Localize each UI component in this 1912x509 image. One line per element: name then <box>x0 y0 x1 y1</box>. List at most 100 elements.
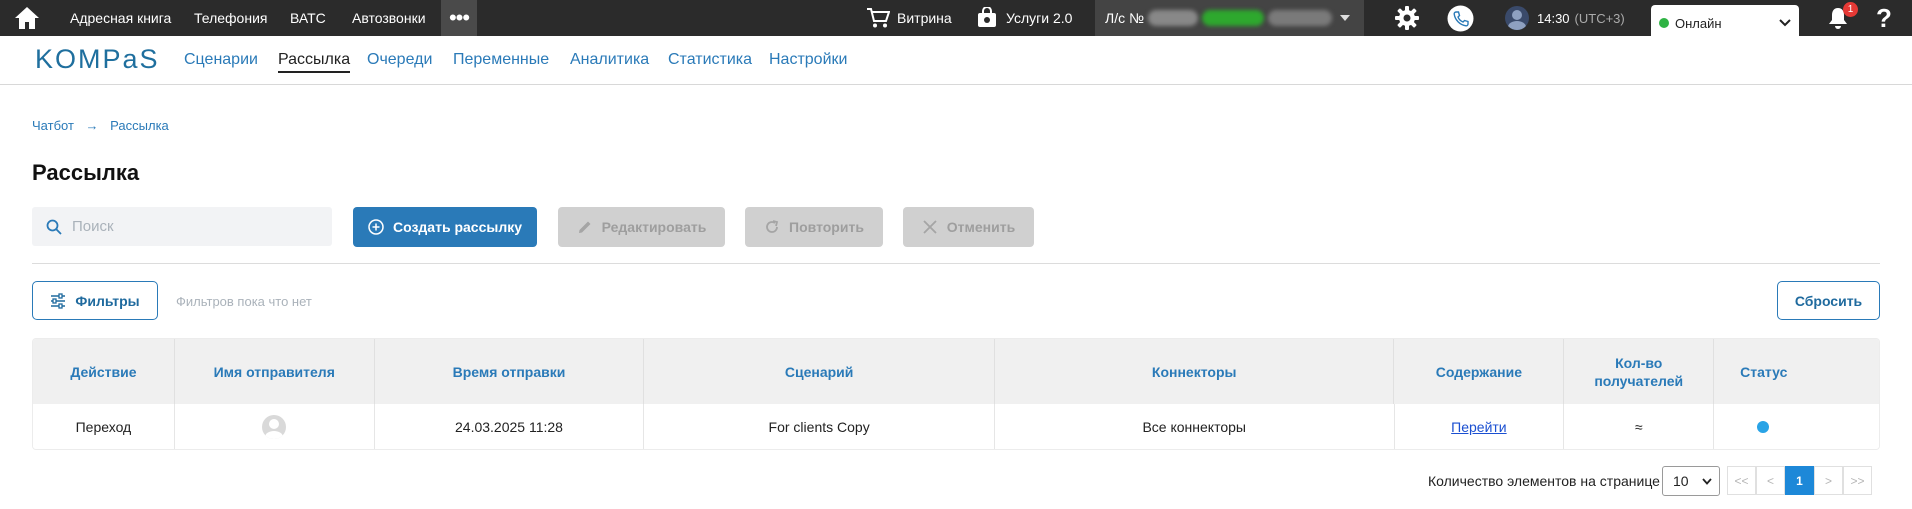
account-label: Л/с № <box>1105 10 1144 26</box>
pagination: << < 1 > >> <box>1727 466 1872 495</box>
table-row[interactable]: Переход 24.03.2025 11:28 For clients Cop… <box>33 404 1879 449</box>
plus-circle-icon <box>368 219 384 235</box>
filters-empty-hint: Фильтров пока что нет <box>176 294 312 309</box>
create-mailing-button[interactable]: Создать рассылку <box>353 207 537 247</box>
column-header-recipients[interactable]: Кол-во получателей <box>1564 339 1715 404</box>
tab-queues[interactable]: Очереди <box>367 51 432 69</box>
pencil-icon <box>578 221 591 233</box>
cart-icon <box>867 8 890 28</box>
sliders-icon <box>51 292 66 309</box>
divider <box>32 263 1880 264</box>
kompas-logo[interactable]: KOMPaS <box>35 44 160 75</box>
timezone: (UTC+3) <box>1574 10 1625 26</box>
notifications-badge: 1 <box>1843 2 1858 17</box>
nav-address-book[interactable]: Адресная книга <box>70 0 171 36</box>
phone-icon <box>1447 5 1474 31</box>
last-page-button[interactable]: >> <box>1843 466 1872 495</box>
cancel-button[interactable]: Отменить <box>903 207 1034 247</box>
current-time: 14:30 <box>1537 10 1570 26</box>
help-button[interactable]: ? <box>1876 0 1892 36</box>
cell-scenario: For clients Copy <box>644 404 995 449</box>
tab-analytics[interactable]: Аналитика <box>570 51 649 69</box>
shopping-bag-icon <box>978 7 996 27</box>
cell-status <box>1714 404 1879 449</box>
tab-settings[interactable]: Настройки <box>769 51 847 69</box>
home-button[interactable] <box>0 0 53 36</box>
search-input[interactable] <box>72 218 312 235</box>
first-page-button[interactable]: << <box>1727 466 1756 495</box>
caret-down-icon <box>1340 15 1350 21</box>
cancel-label: Отменить <box>946 219 1016 235</box>
services-label: Услуги 2.0 <box>1006 10 1073 26</box>
page-title: Рассылка <box>32 160 140 185</box>
gear-icon <box>1395 6 1419 30</box>
account-selector[interactable]: Л/с № <box>1095 0 1364 36</box>
top-bar: Адресная книга Телефония ВАТС Автозвонки… <box>0 0 1912 41</box>
edit-button[interactable]: Редактировать <box>558 207 725 247</box>
breadcrumb-chatbot[interactable]: Чатбот <box>32 118 74 133</box>
column-header-sender[interactable]: Имя отправителя <box>175 339 375 404</box>
column-header-scenario[interactable]: Сценарий <box>644 339 995 404</box>
per-page-label: Количество элементов на странице <box>1428 473 1660 489</box>
tab-scenarios[interactable]: Сценарии <box>184 51 258 69</box>
account-number-masked <box>1148 10 1198 26</box>
tab-variables[interactable]: Переменные <box>453 51 549 69</box>
close-icon <box>923 220 937 234</box>
nav-vats[interactable]: ВАТС <box>290 0 326 36</box>
column-header-status[interactable]: Статус <box>1714 339 1879 404</box>
cell-action: Переход <box>33 404 175 449</box>
section-nav: KOMPaS Сценарии Рассылка Очереди Перемен… <box>0 36 1912 85</box>
settings-button[interactable] <box>1394 0 1420 36</box>
search-box <box>32 207 332 246</box>
cell-content: Перейти <box>1395 404 1565 449</box>
more-menu-button[interactable]: ••• <box>441 0 477 36</box>
showcase-label: Витрина <box>897 10 952 26</box>
prev-page-button[interactable]: < <box>1756 466 1785 495</box>
status-dot-icon <box>1757 420 1770 433</box>
column-header-action[interactable]: Действие <box>33 339 175 404</box>
nav-autocalls[interactable]: Автозвонки <box>352 0 426 36</box>
edit-label: Редактировать <box>601 219 707 235</box>
breadcrumb-mailing[interactable]: Рассылка <box>110 118 169 133</box>
column-header-connectors[interactable]: Коннекторы <box>995 339 1395 404</box>
tab-mailing[interactable]: Рассылка <box>278 51 351 73</box>
arrow-right-icon: → <box>85 118 99 133</box>
avatar-placeholder-icon <box>262 414 287 439</box>
cell-send-time: 24.03.2025 11:28 <box>375 404 645 449</box>
column-header-content[interactable]: Содержание <box>1394 339 1565 404</box>
repeat-button[interactable]: Повторить <box>745 207 883 247</box>
search-icon <box>46 219 62 235</box>
repeat-label: Повторить <box>789 219 864 235</box>
chevron-down-icon <box>1779 19 1791 27</box>
services-link[interactable]: Услуги 2.0 <box>976 0 1072 36</box>
breadcrumb: Чатбот → Рассылка <box>32 118 169 133</box>
avatar <box>1505 6 1529 30</box>
phone-button[interactable] <box>1447 0 1474 36</box>
nav-telephony[interactable]: Телефония <box>194 0 267 36</box>
showcase-link[interactable]: Витрина <box>866 0 952 36</box>
reset-button[interactable]: Сбросить <box>1777 281 1880 320</box>
content-open-link[interactable]: Перейти <box>1451 419 1506 435</box>
per-page-value: 10 <box>1673 473 1689 489</box>
refresh-icon <box>766 220 779 233</box>
mailings-table: Действие Имя отправителя Время отправки … <box>32 338 1880 450</box>
page-button-current[interactable]: 1 <box>1785 466 1814 495</box>
status-value: Онлайн <box>1675 15 1722 31</box>
cell-connectors: Все коннекторы <box>995 404 1395 449</box>
cell-recipients: ≈ <box>1564 404 1715 449</box>
create-mailing-label: Создать рассылку <box>392 219 522 235</box>
home-icon <box>14 7 39 29</box>
filters-button[interactable]: Фильтры <box>32 281 158 320</box>
table-header: Действие Имя отправителя Время отправки … <box>33 339 1879 404</box>
account-number-masked <box>1268 10 1332 26</box>
tab-statistics[interactable]: Статистика <box>668 51 752 69</box>
next-page-button[interactable]: > <box>1814 466 1843 495</box>
chevron-down-icon <box>1702 477 1712 485</box>
user-clock[interactable]: 14:30 (UTC+3) <box>1505 0 1625 36</box>
online-dot-icon <box>1659 18 1669 28</box>
filters-label: Фильтры <box>75 292 140 309</box>
cell-sender <box>175 404 375 449</box>
per-page-select[interactable]: 10 <box>1662 466 1720 496</box>
column-header-send-time[interactable]: Время отправки <box>375 339 645 404</box>
account-number-masked <box>1202 10 1264 26</box>
